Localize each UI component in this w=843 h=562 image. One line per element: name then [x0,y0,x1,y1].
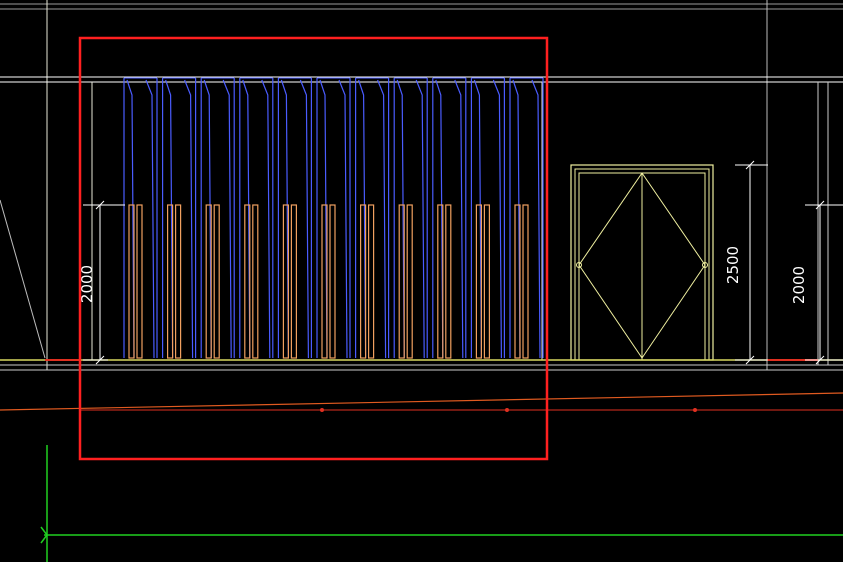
panel-handle [522,204,529,359]
panel-fold-line [396,79,405,359]
folding-panel [355,77,390,359]
panel-handle [483,204,490,359]
cad-elevation-drawing: 2000 2500 2000 [0,0,843,562]
panel-fold-line [203,79,212,359]
panel-fold-line [531,79,541,359]
door-swing-right [641,172,706,359]
panel-handle [175,204,182,359]
panel-fold-line [454,79,464,359]
panel-fold-line [145,79,155,359]
folding-panel [509,77,544,359]
panel-handle [406,204,413,359]
orange-ground-line [0,392,843,411]
folding-panel [239,77,274,359]
top-frame [0,0,843,370]
panel-fold-line [319,79,328,359]
panel-fold-line [377,79,387,359]
panel-handle [329,204,336,359]
panel-fold-line [473,79,482,359]
panel-fold-line [165,79,174,359]
panel-fold-line [299,79,309,359]
panel-fold-line [261,79,271,359]
panel-fold-line [222,79,232,359]
panel-fold-line [492,79,502,359]
green-axis [40,445,843,562]
diagonal-hatch [0,199,46,359]
folding-panel [123,77,158,359]
panel-handle [213,204,220,359]
folding-panel [200,77,235,359]
ground-marker [693,408,697,412]
door-swing-left [578,172,643,359]
floor-lines [0,359,843,412]
building-outline [0,76,843,371]
folding-panel [470,77,505,359]
panel-fold-line [358,79,367,359]
panel-fold-line [512,79,521,359]
panel-handle [445,204,452,359]
panel-handle [252,204,259,359]
panel-fold-line [242,79,251,359]
panel-fold-line [184,79,194,359]
folding-panel [393,77,428,359]
folding-panel [277,77,312,359]
panel-handle [136,204,143,359]
door-height-dimension-label: 2500 [724,246,742,284]
folding-door-panels [123,77,544,359]
panel-handle [368,204,375,359]
panel-handle [290,204,297,359]
panel-fold-line [415,79,425,359]
right-height-dimension-label: 2000 [790,266,808,304]
panel-fold-line [280,79,289,359]
panel-fold-line [338,79,348,359]
panel-fold-line [126,79,135,359]
folding-panel [162,77,197,359]
folding-panel [432,77,467,359]
panel-fold-line [435,79,444,359]
ground-marker [320,408,324,412]
double-door [570,164,714,361]
ground-marker [505,408,509,412]
folding-panel [316,77,351,359]
